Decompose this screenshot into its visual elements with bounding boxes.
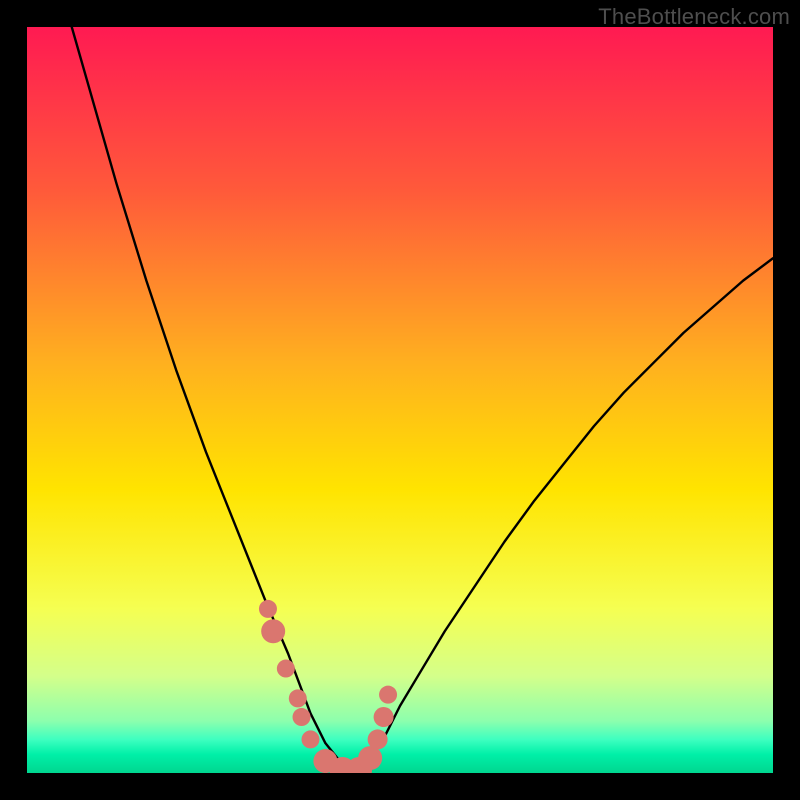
highlight-point — [301, 730, 319, 748]
highlight-point — [293, 708, 311, 726]
plot-svg — [27, 27, 773, 773]
highlight-point — [368, 729, 388, 749]
highlight-point — [374, 707, 394, 727]
plot-area — [27, 27, 773, 773]
gradient-background — [27, 27, 773, 773]
highlight-point — [289, 689, 307, 707]
highlight-point — [261, 619, 285, 643]
highlight-point — [358, 746, 382, 770]
chart-stage: TheBottleneck.com — [0, 0, 800, 800]
highlight-point — [379, 686, 397, 704]
highlight-point — [277, 660, 295, 678]
highlight-point — [259, 600, 277, 618]
